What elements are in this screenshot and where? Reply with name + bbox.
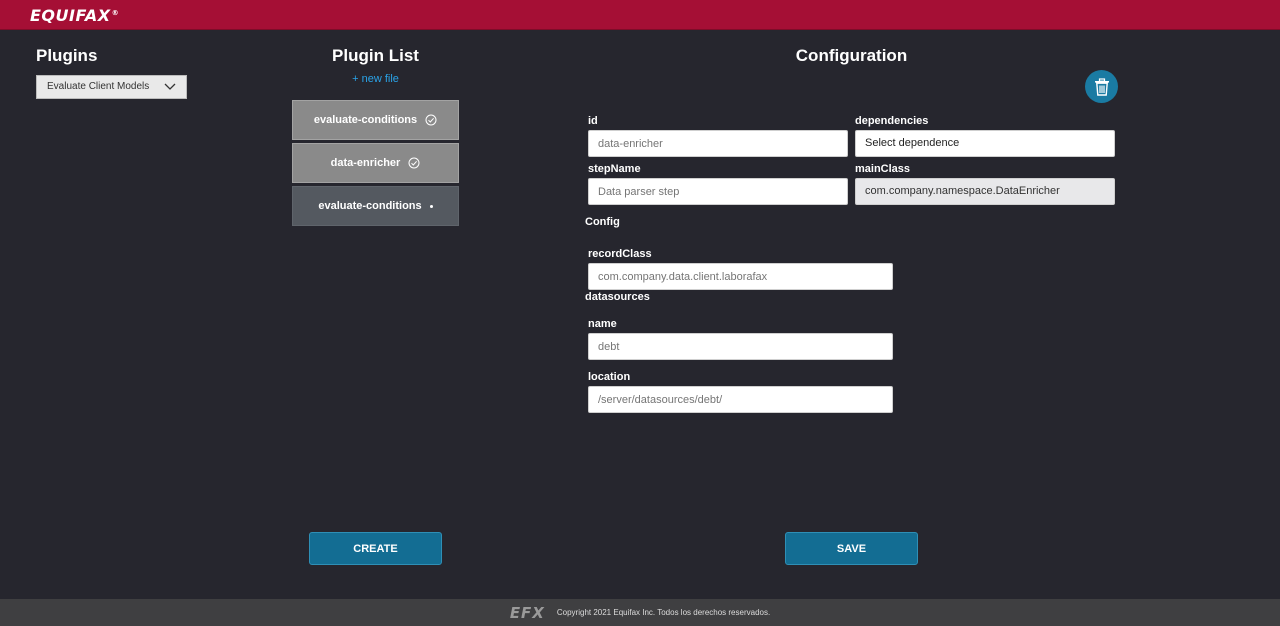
stepname-label: stepName bbox=[588, 163, 641, 175]
equifax-logo[interactable]: EQUIFAX® bbox=[30, 6, 119, 25]
stepname-input[interactable] bbox=[588, 178, 848, 205]
registered-mark: ® bbox=[111, 8, 120, 17]
name-label: name bbox=[588, 318, 617, 330]
logo-text: EQUIFAX bbox=[30, 6, 111, 25]
config-heading: Config bbox=[585, 216, 620, 228]
plugin-list-item[interactable]: evaluate-conditions bbox=[292, 100, 459, 140]
dependencies-select[interactable]: Select dependence bbox=[855, 130, 1115, 157]
name-input[interactable] bbox=[588, 333, 893, 360]
chevron-down-icon bbox=[164, 83, 176, 90]
copyright-text: Copyright 2021 Equifax Inc. Todos los de… bbox=[556, 608, 771, 617]
new-file-link[interactable]: + new file bbox=[292, 73, 459, 85]
dot-icon bbox=[429, 204, 433, 208]
id-label: id bbox=[588, 115, 598, 127]
dependencies-label: dependencies bbox=[855, 115, 929, 127]
create-button[interactable]: CREATE bbox=[309, 532, 442, 565]
plugin-list-item[interactable]: data-enricher bbox=[292, 143, 459, 183]
plugin-item-label: data-enricher bbox=[330, 157, 401, 169]
check-circle-icon bbox=[408, 157, 420, 169]
trash-icon bbox=[1094, 77, 1109, 96]
configuration-title: Configuration bbox=[795, 46, 908, 65]
recordclass-label: recordClass bbox=[588, 248, 652, 260]
location-label: location bbox=[588, 371, 631, 383]
plugin-list-title: Plugin List bbox=[332, 46, 419, 65]
plugin-list-item-active[interactable]: evaluate-conditions bbox=[292, 186, 459, 226]
check-circle-icon bbox=[425, 114, 437, 126]
recordclass-input[interactable] bbox=[588, 263, 893, 290]
mainclass-field[interactable]: com.company.namespace.DataEnricher bbox=[855, 178, 1115, 205]
delete-button[interactable] bbox=[1085, 70, 1118, 103]
plugin-select[interactable]: Evaluate Client Models bbox=[36, 75, 187, 99]
mainclass-label: mainClass bbox=[855, 163, 911, 175]
plugin-select-value: Evaluate Client Models bbox=[47, 81, 150, 92]
plugins-title: Plugins bbox=[36, 46, 98, 65]
datasources-heading: datasources bbox=[585, 291, 650, 303]
location-input[interactable] bbox=[588, 386, 893, 413]
top-bar: EQUIFAX® bbox=[0, 0, 1280, 30]
save-button[interactable]: SAVE bbox=[785, 532, 918, 565]
footer: EFX Copyright 2021 Equifax Inc. Todos lo… bbox=[0, 599, 1280, 626]
plugin-item-label: evaluate-conditions bbox=[318, 200, 422, 212]
plugin-item-label: evaluate-conditions bbox=[313, 114, 418, 126]
efx-logo: EFX bbox=[509, 603, 545, 622]
id-input[interactable] bbox=[588, 130, 848, 157]
